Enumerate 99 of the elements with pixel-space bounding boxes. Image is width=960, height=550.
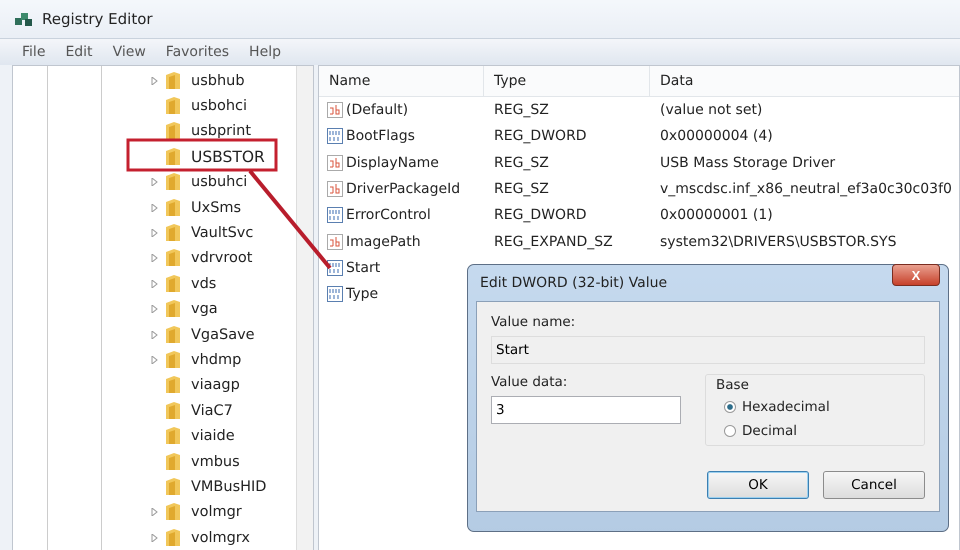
tree-item[interactable]: vds xyxy=(189,276,218,292)
tree-item[interactable]: vmbus xyxy=(189,454,242,470)
folder-icon xyxy=(165,274,181,294)
folder-icon xyxy=(165,70,181,91)
folder-icon xyxy=(165,324,181,345)
value-type: REG_SZ xyxy=(493,181,550,198)
expand-arrow-icon[interactable] xyxy=(151,330,159,339)
expand-arrow-icon[interactable] xyxy=(151,305,159,314)
folder-icon xyxy=(165,452,181,472)
field-label: Value data: xyxy=(491,374,568,390)
column-header[interactable]: Name xyxy=(319,66,484,96)
folder-icon xyxy=(165,400,181,421)
tree-item[interactable]: volmgrx xyxy=(189,530,252,546)
value-name[interactable]: (Default) xyxy=(346,102,408,118)
value-type: REG_SZ xyxy=(493,154,550,171)
value-name-field[interactable]: Start xyxy=(491,336,925,364)
value-type: REG_SZ xyxy=(493,102,550,118)
string-value-icon xyxy=(327,102,343,118)
ok-button[interactable]: OK xyxy=(707,471,809,499)
tree-item[interactable]: vdrvroot xyxy=(189,250,254,266)
folder-icon xyxy=(165,248,181,268)
folder-icon xyxy=(165,476,181,497)
binary-value-icon xyxy=(327,286,343,302)
tree-item[interactable]: volmgr xyxy=(189,504,244,520)
value-name[interactable]: DriverPackageId xyxy=(346,181,460,198)
value-data: v_mscdsc.inf_x86_neutral_ef3a0c30c03f0 xyxy=(659,181,953,198)
expand-arrow-icon[interactable] xyxy=(151,534,159,542)
value-type: REG_DWORD xyxy=(493,128,588,144)
value-name[interactable]: ErrorControl xyxy=(346,207,431,224)
expand-arrow-icon[interactable] xyxy=(151,356,159,364)
dialog-title: Edit DWORD (32-bit) Value xyxy=(480,275,668,291)
radio-button[interactable] xyxy=(724,425,736,437)
menu-item[interactable]: View xyxy=(112,44,146,60)
value-type: REG_DWORD xyxy=(493,207,588,224)
tree-item[interactable]: usbohci xyxy=(189,98,250,114)
folder-icon xyxy=(165,198,181,218)
tree-item[interactable]: vga xyxy=(189,301,220,318)
tree-item[interactable]: viaagp xyxy=(189,377,242,394)
radio-label[interactable]: Hexadecimal xyxy=(742,399,830,415)
value-type: REG_EXPAND_SZ xyxy=(493,234,614,250)
expand-arrow-icon[interactable] xyxy=(151,508,159,516)
scrollbar[interactable] xyxy=(296,66,313,550)
cancel-button[interactable]: Cancel xyxy=(823,471,925,499)
binary-value-icon xyxy=(327,207,343,224)
string-value-icon xyxy=(327,181,343,198)
value-data-field[interactable]: 3 xyxy=(491,396,681,424)
tree-item[interactable]: VMBusHID xyxy=(189,478,268,495)
folder-icon xyxy=(165,528,181,548)
expand-arrow-icon[interactable] xyxy=(151,204,159,212)
tree-item[interactable]: usbprint xyxy=(189,123,254,140)
string-value-icon xyxy=(327,154,343,171)
menu-item[interactable]: Help xyxy=(249,44,281,60)
tree-item[interactable]: vhdmp xyxy=(189,352,244,368)
value-name[interactable]: Start xyxy=(346,260,380,276)
folder-icon xyxy=(165,96,181,116)
expand-arrow-icon[interactable] xyxy=(151,178,159,186)
string-value-icon xyxy=(327,234,343,250)
window-title: Registry Editor xyxy=(42,10,153,28)
folder-icon xyxy=(165,502,181,522)
value-data: USB Mass Storage Driver xyxy=(659,154,836,171)
folder-icon xyxy=(165,121,181,142)
folder-icon xyxy=(165,350,181,370)
expand-arrow-icon[interactable] xyxy=(151,254,159,262)
binary-value-icon xyxy=(327,260,343,276)
folder-icon xyxy=(165,426,181,446)
folder-icon xyxy=(165,146,181,167)
menu-item[interactable]: Favorites xyxy=(166,44,230,60)
value-name[interactable]: Type xyxy=(346,286,378,302)
value-data: system32\DRIVERS\USBSTOR.SYS xyxy=(659,234,898,250)
expand-arrow-icon[interactable] xyxy=(151,280,159,288)
value-name[interactable]: ImagePath xyxy=(346,234,421,250)
column-header[interactable]: Data xyxy=(650,66,959,96)
expand-arrow-icon[interactable] xyxy=(151,76,159,85)
value-data: 0x00000001 (1) xyxy=(659,207,774,224)
menu-item[interactable]: File xyxy=(22,44,46,60)
value-data: (value not set) xyxy=(659,102,764,118)
folder-icon xyxy=(165,223,181,244)
radio-label[interactable]: Decimal xyxy=(742,423,798,439)
value-data: 0x00000004 (4) xyxy=(659,128,774,144)
folder-icon xyxy=(165,299,181,320)
tree-item[interactable]: usbuhci xyxy=(189,174,250,190)
tree-item[interactable]: UxSms xyxy=(189,200,244,216)
value-name[interactable]: BootFlags xyxy=(346,128,415,144)
tree-item[interactable]: VgaSave xyxy=(189,326,257,343)
radio-button[interactable] xyxy=(724,401,736,413)
tree-item[interactable]: VaultSvc xyxy=(189,225,256,242)
menu-item[interactable]: Edit xyxy=(65,44,93,60)
folder-icon xyxy=(165,172,181,192)
folder-icon xyxy=(165,375,181,396)
tree-item[interactable]: viaide xyxy=(189,428,237,444)
column-header[interactable]: Type xyxy=(484,66,650,96)
registry-cubes-icon xyxy=(14,10,34,28)
binary-value-icon xyxy=(327,128,343,144)
field-label: Value name: xyxy=(491,314,576,330)
expand-arrow-icon[interactable] xyxy=(151,229,159,238)
value-name[interactable]: DisplayName xyxy=(346,154,439,171)
tree-item[interactable]: usbhub xyxy=(189,72,247,89)
tree-item[interactable]: ViaC7 xyxy=(189,402,235,419)
group-label: Base xyxy=(716,377,750,393)
